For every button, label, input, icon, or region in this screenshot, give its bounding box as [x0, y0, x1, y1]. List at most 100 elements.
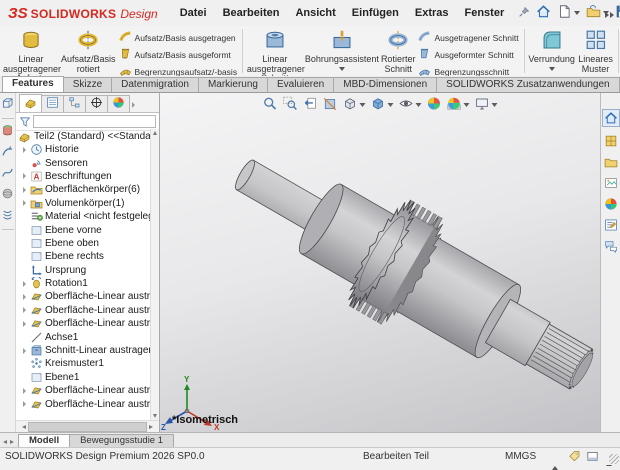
scroll-up-icon[interactable]	[153, 131, 157, 135]
expand-arrow-icon[interactable]	[23, 173, 26, 179]
dropdown-caret-icon[interactable]	[574, 11, 580, 15]
new-doc-icon[interactable]	[557, 4, 572, 22]
tab-features[interactable]: Features	[2, 76, 64, 92]
helix-icon[interactable]	[1, 208, 14, 224]
ribbon-button-ausgeformter-schnitt[interactable]: Ausgeformter Schnitt	[416, 46, 520, 63]
fm-tab-display-manager[interactable]	[107, 95, 130, 112]
tree-vertical-scrollbar[interactable]	[150, 129, 159, 420]
tree-item[interactable]: Achse1	[16, 330, 150, 343]
edit-appearance-icon[interactable]	[427, 96, 442, 114]
scroll-left-icon[interactable]	[16, 425, 26, 429]
tree-item[interactable]: Historie	[16, 143, 150, 156]
task-pane-design-library-icon[interactable]	[604, 134, 618, 148]
expand-arrow-icon[interactable]	[23, 147, 26, 153]
tree-item[interactable]: Oberfläche-Linear austragen5	[16, 397, 150, 410]
view-orientation-icon[interactable]	[343, 96, 358, 114]
menu-datei[interactable]: Datei	[180, 7, 207, 19]
dropdown-caret-icon[interactable]	[339, 67, 345, 71]
tree-item[interactable]: Volumenkörper(1)	[16, 197, 150, 210]
task-pane-view-palette-icon[interactable]	[604, 176, 618, 190]
dropdown-caret-icon[interactable]	[464, 103, 470, 107]
ribbon-button-bohrungsassistent[interactable]: Bohrungsassistent	[304, 27, 380, 71]
dropdown-caret-icon[interactable]	[549, 67, 555, 71]
expand-arrow-icon[interactable]	[23, 321, 26, 327]
task-pane-forum-icon[interactable]	[604, 239, 618, 253]
tree-item[interactable]: Oberfläche-Linear austragen2	[16, 304, 150, 317]
expand-arrow-icon[interactable]	[23, 200, 26, 206]
bottom-tab-bewegungsstudie-1[interactable]: Bewegungsstudie 1	[69, 434, 174, 447]
open-folder-icon[interactable]	[586, 4, 601, 22]
menu-einfügen[interactable]: Einfügen	[352, 7, 399, 19]
tab-skizze[interactable]: Skizze	[63, 77, 112, 92]
tab-solidworks-zusatzanwendungen[interactable]: SOLIDWORKS Zusatzanwendungen	[436, 77, 619, 92]
tree-item[interactable]: Ebene vorne	[16, 223, 150, 236]
tag-icon[interactable]	[568, 450, 581, 466]
pin-icon[interactable]	[518, 6, 530, 21]
tab-mbd-dimensionen[interactable]: MBD-Dimensionen	[333, 77, 437, 92]
dropdown-caret-icon[interactable]	[492, 103, 498, 107]
ribbon-button-aufsatz-basis-ausgetragen[interactable]: Aufsatz/Basis ausgetragen	[117, 29, 240, 46]
task-pane-custom-properties-icon[interactable]	[604, 218, 618, 232]
pane-icon[interactable]	[586, 450, 599, 466]
ribbon-button-aufsatz-basis-rotiert[interactable]: Aufsatz/Basis rotiert	[60, 27, 117, 74]
cube-icon[interactable]	[1, 97, 14, 113]
curve-icon[interactable]	[1, 145, 14, 161]
tree-item[interactable]: Material <nicht festgelegt>	[16, 210, 150, 223]
spline-icon[interactable]	[1, 166, 14, 182]
sphere-icon[interactable]	[1, 187, 14, 203]
tree-item[interactable]: Oberfläche-Linear austragen1	[16, 290, 150, 303]
resize-grip[interactable]	[609, 454, 619, 464]
task-pane-appearances-scenes-icon[interactable]	[604, 197, 618, 211]
tree-item[interactable]: Ebene1	[16, 371, 150, 384]
feature-tree-filter-input[interactable]	[33, 115, 156, 128]
tab-nav-right-icon[interactable]	[10, 440, 14, 444]
tree-root-item[interactable]: Teil2 (Standard) <<Standard>_Anz	[16, 129, 150, 143]
status-units[interactable]: MMGS	[505, 451, 536, 462]
tree-item[interactable]: Ebene rechts	[16, 250, 150, 263]
tab-nav-left-icon[interactable]	[3, 440, 7, 444]
expand-arrow-icon[interactable]	[23, 281, 26, 287]
save-icon[interactable]	[615, 4, 620, 22]
tab-markierung[interactable]: Markierung	[198, 77, 268, 92]
home-icon[interactable]	[536, 4, 551, 22]
task-pane-home-icon[interactable]	[602, 109, 620, 127]
ribbon-button-ausgetragener-schnitt[interactable]: Ausgetragener Schnitt	[416, 29, 520, 46]
dropdown-caret-icon[interactable]	[360, 103, 366, 107]
tree-item[interactable]: Ursprung	[16, 264, 150, 277]
tree-item[interactable]: Sensoren	[16, 156, 150, 169]
fm-tab-dimxpert-manager[interactable]	[85, 95, 108, 112]
fm-tab-property-manager[interactable]	[41, 95, 64, 112]
ribbon-button-rotierter-schnitt[interactable]: Rotierter Schnitt	[380, 27, 417, 74]
fm-tab-configuration-manager[interactable]	[63, 95, 86, 112]
tree-item[interactable]: Schnitt-Linear austragen1	[16, 344, 150, 357]
units-caret-icon[interactable]	[552, 455, 558, 466]
hide-show-items-icon[interactable]	[399, 96, 414, 114]
menu-ansicht[interactable]: Ansicht	[295, 7, 335, 19]
ribbon-button-lineares-muster[interactable]: Lineares Muster	[576, 27, 615, 80]
menu-fenster[interactable]: Fenster	[465, 7, 505, 19]
ribbon-button-aufsatz-basis-ausgeformt[interactable]: Aufsatz/Basis ausgeformt	[117, 46, 240, 63]
menu-bearbeiten[interactable]: Bearbeiten	[223, 7, 280, 19]
task-pane-file-explorer-icon[interactable]	[604, 155, 618, 169]
expand-arrow-icon[interactable]	[23, 294, 26, 300]
tab-evaluieren[interactable]: Evaluieren	[267, 77, 334, 92]
tree-item[interactable]: Oberfläche-Linear austragen3	[16, 317, 150, 330]
expand-arrow-icon[interactable]	[23, 307, 26, 313]
display-style-icon[interactable]	[371, 96, 386, 114]
menu-extras[interactable]: Extras	[415, 7, 449, 19]
fm-flyout-icon[interactable]	[132, 102, 135, 108]
zoom-area-icon[interactable]	[283, 96, 298, 114]
fm-tab-part-tree[interactable]	[19, 94, 42, 112]
tree-item[interactable]: Ebene oben	[16, 237, 150, 250]
scroll-down-icon[interactable]	[153, 414, 157, 418]
ribbon-button-verrundung[interactable]: Verrundung	[527, 27, 576, 71]
tree-item[interactable]: Oberflächenkörper(6)	[16, 183, 150, 196]
expand-arrow-icon[interactable]	[23, 401, 26, 407]
tree-item[interactable]: ABeschriftungen	[16, 170, 150, 183]
apply-scene-icon[interactable]	[447, 96, 462, 114]
scroll-right-icon[interactable]	[149, 425, 159, 429]
ribbon-overflow-icon[interactable]	[605, 12, 614, 18]
section-view-icon[interactable]	[323, 96, 338, 114]
tree-item[interactable]: Rotation1	[16, 277, 150, 290]
tree-item[interactable]: Oberfläche-Linear austragen4	[16, 384, 150, 397]
